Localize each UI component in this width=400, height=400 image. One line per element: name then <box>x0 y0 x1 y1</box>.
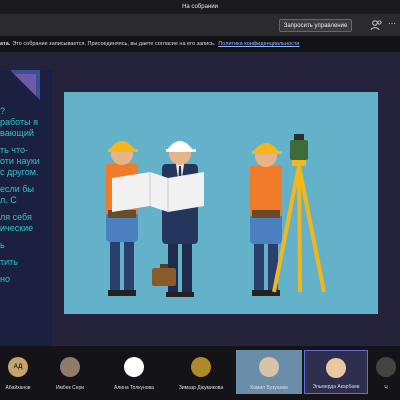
participants-strip: АД Абайханов Имбек Сери Алина Толкунова … <box>0 346 400 400</box>
participant-video-tile[interactable]: Камил Бузуанва <box>236 350 302 394</box>
construction-workers-illustration <box>106 134 326 297</box>
request-control-button[interactable]: Запросить управление <box>279 19 352 32</box>
participant-name: Зимазр Джумикова <box>178 385 224 391</box>
participant-name: Эльмерда Акарбаев <box>312 384 360 390</box>
slide-text-line: тить <box>0 257 18 267</box>
worker-middle <box>152 141 198 297</box>
participant-tile[interactable]: АД Абайханов <box>0 350 36 394</box>
slide-decoration-inner <box>14 74 36 96</box>
avatar <box>191 357 211 377</box>
slide-text-line: оти науки <box>0 156 40 166</box>
slide-text-line: если бы <box>0 184 34 194</box>
avatar <box>376 357 396 377</box>
meeting-toolbar: Запросить управление ⋯ <box>0 14 400 36</box>
blueprint <box>112 172 204 212</box>
worker-left <box>106 141 138 296</box>
participant-tile[interactable]: Имбек Сери <box>44 350 96 394</box>
previous-slide-panel: ? работы я вающий ть что- оти науки с др… <box>0 70 52 346</box>
participant-tile[interactable]: Алина Толкунова <box>104 350 164 394</box>
participant-name: Камил Бузуанва <box>250 385 288 391</box>
avatar <box>326 358 346 378</box>
participant-name: Ч <box>384 385 388 391</box>
participant-name: Абайханов <box>5 385 31 391</box>
notice-text: Это собрание записывается. Присоединяясь… <box>12 41 216 47</box>
window-titlebar: На собрании <box>0 0 400 14</box>
slide-text-line: ля себя <box>0 212 32 222</box>
privacy-policy-link[interactable]: Политика конфиденциальности <box>218 41 299 47</box>
participants-icon[interactable] <box>369 18 383 32</box>
participant-tile-speaking[interactable]: Эльмерда Акарбаев <box>304 350 368 394</box>
participant-name: Имбек Сери <box>55 385 85 391</box>
slide-text: ? работы я вающий ть что- оти науки с др… <box>0 106 52 285</box>
presentation-slide <box>64 92 378 314</box>
participant-tile[interactable]: Ч <box>372 350 400 394</box>
avatar <box>124 357 144 377</box>
slide-text-line: ь <box>0 240 5 250</box>
slide-text-line: но <box>0 274 10 284</box>
slide-text-line: ? <box>0 106 6 116</box>
slide-text-line: вающий <box>0 128 34 138</box>
slide-text-line: л. С <box>0 195 17 205</box>
avatar <box>259 357 279 377</box>
participant-tile[interactable]: Зимазр Джумикова <box>170 350 232 394</box>
participant-name: Алина Толкунова <box>114 385 154 391</box>
notice-prefix: ата. <box>0 41 11 47</box>
shared-screen-stage: ? работы я вающий ть что- оти науки с др… <box>0 52 400 346</box>
slide-text-line: ть что- <box>0 145 29 155</box>
slide-text-line: работы я <box>0 117 38 127</box>
recording-notice-bar: ата. Это собрание записывается. Присоеди… <box>0 36 400 52</box>
slide-text-line: ические <box>0 223 34 233</box>
avatar <box>60 357 80 377</box>
slide-text-line: с другом. <box>0 167 39 177</box>
avatar: АД <box>8 357 28 377</box>
more-options-icon[interactable]: ⋯ <box>388 20 396 28</box>
window-title: На собрании <box>182 4 218 10</box>
